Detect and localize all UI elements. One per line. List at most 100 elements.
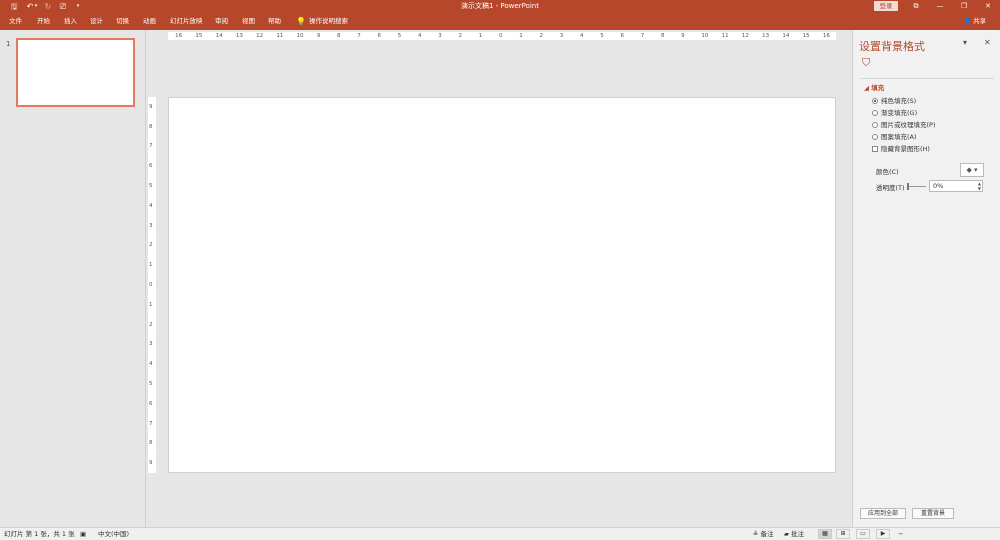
color-picker-button[interactable]: ◆ ▾ bbox=[960, 163, 984, 177]
reading-view-icon[interactable]: ▭ bbox=[856, 529, 870, 539]
ruler-tick-label: 8 bbox=[149, 440, 153, 447]
ruler-tick-label: 9 bbox=[149, 103, 153, 110]
radio-label: 纯色填充(S) bbox=[881, 97, 917, 105]
ruler-tick-label: 5 bbox=[397, 33, 402, 39]
ruler-tick-label: 9 bbox=[316, 33, 321, 39]
comments-button[interactable]: ▰ 批注 bbox=[784, 528, 804, 540]
radio-gradient-fill[interactable]: 渐变填充(G) bbox=[872, 109, 917, 118]
minimize-icon[interactable]: — bbox=[932, 0, 948, 13]
ruler-tick-label: 14 bbox=[782, 33, 790, 39]
reset-background-button[interactable]: 重置背景 bbox=[912, 508, 954, 519]
ribbon-tabs: 文件 开始 插入 设计 切换 动画 幻灯片放映 审阅 视图 帮助 💡 操作说明搜… bbox=[0, 13, 1000, 30]
radio-picture-fill[interactable]: 图片或纹理填充(P) bbox=[872, 121, 936, 130]
ruler-tick-label: 8 bbox=[149, 123, 153, 130]
ruler-tick-label: 6 bbox=[149, 400, 153, 407]
ruler-tick-label: 4 bbox=[579, 33, 584, 39]
person-icon: 👤 bbox=[963, 17, 972, 25]
ruler-tick-label: 5 bbox=[149, 380, 153, 387]
tab-help[interactable]: 帮助 bbox=[268, 13, 281, 30]
tab-file[interactable]: 文件 bbox=[9, 13, 22, 30]
slideshow-view-icon[interactable]: ▶ bbox=[876, 529, 890, 539]
lightbulb-icon: 💡 bbox=[296, 17, 306, 26]
share-label: 共享 bbox=[973, 17, 987, 25]
slide-canvas[interactable] bbox=[168, 97, 836, 473]
close-icon[interactable]: ✕ bbox=[980, 0, 996, 13]
ruler-tick-label: 1 bbox=[519, 33, 523, 39]
checkbox-icon bbox=[872, 146, 878, 152]
ruler-tick-label: 3 bbox=[559, 33, 564, 39]
fill-bucket-icon[interactable]: ⛉ bbox=[862, 56, 870, 70]
ruler-tick-label: 3 bbox=[438, 33, 442, 39]
ruler-tick-label: 1 bbox=[149, 262, 153, 269]
transparency-value: 0% bbox=[933, 182, 944, 190]
tell-me-search[interactable]: 操作说明搜索 bbox=[309, 13, 348, 30]
language-indicator[interactable]: 中文(中国) bbox=[98, 528, 129, 540]
pane-close-icon[interactable]: ✕ bbox=[984, 38, 991, 47]
spellcheck-icon[interactable]: ▣ bbox=[80, 528, 86, 540]
title-bar: 🖫 ↶ ▾ ↻ ⎚ ▾ 演示文稿1 - PowerPoint 登录 ⧉ — ❐ … bbox=[0, 0, 1000, 13]
ruler-tick-label: 7 bbox=[640, 33, 645, 39]
comments-label: 批注 bbox=[791, 530, 805, 538]
radio-label: 图片或纹理填充(P) bbox=[881, 121, 936, 129]
tab-transitions[interactable]: 切换 bbox=[116, 13, 129, 30]
radio-icon bbox=[872, 98, 878, 104]
tab-review[interactable]: 审阅 bbox=[215, 13, 228, 30]
radio-icon bbox=[872, 122, 878, 128]
tab-insert[interactable]: 插入 bbox=[64, 13, 77, 30]
transparency-slider-track[interactable] bbox=[908, 186, 926, 187]
radio-label: 图案填充(A) bbox=[881, 133, 917, 141]
horizontal-ruler: 16 15 14 13 12 11 10 9 8 7 6 5 4 3 2 1 0 1 2 3 4 5 6 7 8 9 10 11 12 1… bbox=[168, 32, 836, 40]
ruler-tick-label: 15 bbox=[802, 33, 810, 39]
ruler-tick-label: 8 bbox=[337, 33, 341, 39]
fill-section-header[interactable]: ◢ 填充 bbox=[864, 82, 884, 92]
ruler-tick-label: 12 bbox=[256, 33, 264, 39]
hide-background-checkbox[interactable]: 隐藏背景图形(H) bbox=[872, 145, 930, 154]
ruler-tick-label: 4 bbox=[149, 202, 153, 209]
tab-slideshow[interactable]: 幻灯片放映 bbox=[170, 13, 203, 30]
ruler-tick-label: 9 bbox=[149, 460, 153, 467]
vertical-ruler: 9 8 7 6 5 4 3 2 1 0 1 2 3 4 5 6 7 8 9 bbox=[148, 97, 156, 473]
radio-pattern-fill[interactable]: 图案填充(A) bbox=[872, 133, 917, 142]
ribbon-display-icon[interactable]: ⧉ bbox=[908, 0, 924, 13]
ruler-tick-label: 0 bbox=[499, 33, 503, 39]
zoom-out-icon[interactable]: − bbox=[898, 528, 903, 540]
radio-icon bbox=[872, 110, 878, 116]
transparency-slider-handle[interactable] bbox=[907, 183, 909, 190]
login-button[interactable]: 登录 bbox=[874, 1, 898, 11]
window-title: 演示文稿1 - PowerPoint bbox=[461, 2, 539, 10]
ruler-tick-label: 2 bbox=[539, 33, 543, 39]
comment-icon: ▰ bbox=[784, 530, 789, 538]
transparency-input[interactable]: 0% ▲ ▼ bbox=[929, 180, 983, 192]
ruler-tick-label: 5 bbox=[600, 33, 604, 39]
ruler-tick-label: 10 bbox=[701, 33, 709, 39]
radio-label: 渐变填充(G) bbox=[881, 109, 918, 117]
pane-options-icon[interactable]: ▾ bbox=[963, 38, 967, 47]
ruler-tick-label: 4 bbox=[418, 33, 422, 39]
restore-icon[interactable]: ❐ bbox=[956, 0, 972, 13]
ruler-tick-label: 13 bbox=[235, 33, 243, 39]
transparency-label: 透明度(T) bbox=[876, 184, 905, 192]
ruler-tick-label: 15 bbox=[195, 33, 203, 39]
ruler-tick-label: 1 bbox=[149, 301, 153, 308]
ruler-tick-label: 11 bbox=[276, 33, 284, 39]
spinner-icon[interactable]: ▲ ▼ bbox=[978, 181, 981, 191]
radio-solid-fill[interactable]: 纯色填充(S) bbox=[872, 97, 916, 106]
ruler-tick-label: 6 bbox=[377, 33, 382, 39]
slide-number: 1 bbox=[6, 40, 11, 48]
share-button[interactable]: 👤 共享 bbox=[963, 13, 986, 30]
apply-to-all-button[interactable]: 应用到全部 bbox=[860, 508, 906, 519]
tab-view[interactable]: 视图 bbox=[242, 13, 255, 30]
ruler-tick-label: 2 bbox=[149, 321, 153, 328]
ruler-tick-label: 2 bbox=[149, 242, 153, 249]
tab-design[interactable]: 设计 bbox=[90, 13, 103, 30]
slide-thumbnail[interactable] bbox=[16, 38, 135, 107]
notes-button[interactable]: ≜ 备注 bbox=[753, 528, 774, 540]
tab-animations[interactable]: 动画 bbox=[143, 13, 156, 30]
ruler-tick-label: 12 bbox=[741, 33, 749, 39]
notes-icon: ≜ bbox=[753, 530, 759, 538]
tab-home[interactable]: 开始 bbox=[37, 13, 50, 30]
slide-sorter-icon[interactable]: ⊞ bbox=[836, 529, 850, 539]
normal-view-icon[interactable]: ▦ bbox=[818, 529, 832, 539]
collapse-triangle-icon: ◢ bbox=[864, 84, 869, 92]
ruler-tick-label: 0 bbox=[149, 282, 153, 288]
